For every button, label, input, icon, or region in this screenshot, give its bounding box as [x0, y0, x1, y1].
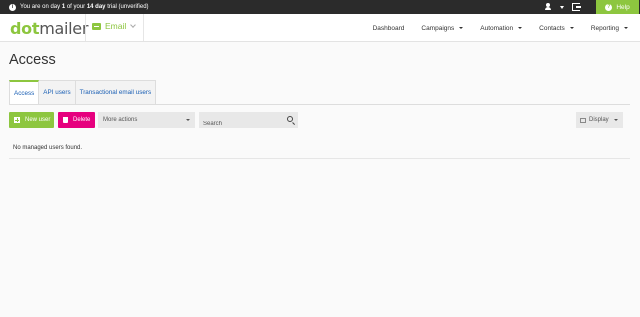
divider — [85, 14, 86, 41]
help-icon: ? — [605, 3, 613, 11]
caret-down-icon — [613, 119, 618, 121]
caret-down-icon — [186, 119, 190, 121]
trial-bar: i You are on day 1 of your 14 day trial … — [0, 0, 640, 14]
users-icon[interactable] — [544, 2, 558, 12]
tab-access[interactable]: Access — [9, 80, 40, 105]
page-title: Access — [9, 52, 56, 68]
new-user-button[interactable]: New user — [9, 112, 54, 128]
logout-icon[interactable] — [572, 3, 581, 11]
search-icon[interactable] — [287, 116, 293, 122]
product-switcher[interactable]: Email — [92, 21, 137, 31]
tab-api-users[interactable]: API users — [39, 80, 76, 104]
table-divider — [9, 158, 630, 159]
main-nav: Dashboard Campaigns Automation Contacts … — [356, 14, 628, 42]
delete-button[interactable]: Delete — [58, 112, 95, 128]
caret-down-icon — [459, 27, 464, 29]
tab-transactional-email-users[interactable]: Transactional email users — [75, 80, 157, 104]
main-header: dotmailer Email Dashboard Campaigns Auto… — [0, 14, 640, 42]
more-actions-label: More actions — [103, 117, 138, 123]
nav-contacts[interactable]: Contacts — [539, 25, 574, 32]
trash-icon — [63, 117, 68, 123]
nav-campaigns[interactable]: Campaigns — [421, 25, 464, 32]
search-box — [199, 112, 298, 132]
grid-icon — [580, 117, 586, 123]
new-user-label: New user — [25, 117, 51, 123]
plus-icon — [14, 117, 20, 123]
delete-label: Delete — [73, 117, 91, 123]
trial-message: You are on day 1 of your 14 day trial (u… — [20, 4, 149, 10]
chevron-down-icon[interactable] — [560, 5, 564, 9]
nav-dashboard[interactable]: Dashboard — [373, 25, 405, 32]
empty-state-message: No managed users found. — [13, 145, 83, 151]
more-actions-select[interactable]: More actions — [98, 112, 195, 128]
display-button[interactable]: Display — [576, 112, 623, 128]
info-icon: i — [9, 3, 16, 11]
search-input[interactable] — [199, 116, 279, 132]
nav-reporting[interactable]: Reporting — [591, 25, 628, 32]
product-label: Email — [105, 21, 127, 31]
display-label: Display — [589, 117, 609, 123]
nav-automation[interactable]: Automation — [480, 25, 523, 32]
help-label: Help — [616, 3, 630, 11]
dotmailer-logo[interactable]: dotmailer — [10, 19, 88, 38]
help-button[interactable]: ? Help — [596, 0, 639, 14]
caret-down-icon — [624, 27, 628, 29]
tab-underline — [9, 104, 630, 105]
caret-down-icon — [518, 27, 523, 29]
chevron-down-icon — [130, 21, 137, 28]
divider — [143, 14, 144, 41]
tab-bar: Access API users Transactional email use… — [9, 80, 157, 105]
email-icon — [92, 22, 101, 30]
caret-down-icon — [569, 27, 574, 29]
